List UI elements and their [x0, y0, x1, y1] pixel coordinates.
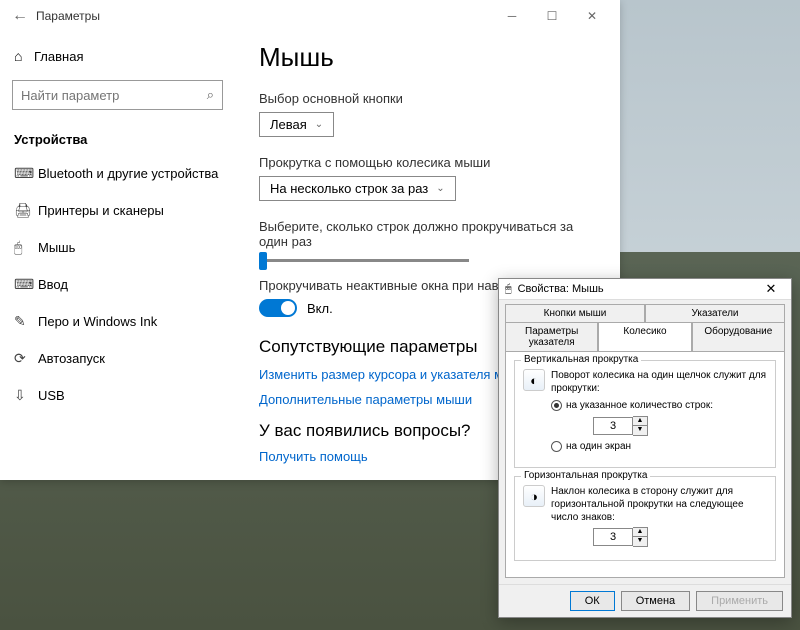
apply-button[interactable]: Применить	[696, 591, 783, 611]
lines-slider[interactable]	[259, 259, 469, 262]
horizontal-legend: Горизонтальная прокрутка	[521, 470, 650, 481]
maximize-button[interactable]: ☐	[532, 2, 572, 30]
minimize-button[interactable]: ─	[492, 2, 532, 30]
tab-pointers[interactable]: Указатели	[645, 304, 785, 322]
wheel-horizontal-icon: ◑	[523, 485, 545, 507]
chevron-down-icon: ⌄	[436, 183, 444, 194]
primary-button-select[interactable]: Левая ⌄	[259, 112, 334, 137]
sidebar: ⌂ Главная ⌕ Устройства ⌨Bluetooth и друг…	[0, 32, 235, 480]
close-button[interactable]: ✕	[572, 2, 612, 30]
usb-icon: ⇩	[14, 387, 38, 404]
tab-buttons[interactable]: Кнопки мыши	[505, 304, 645, 322]
home-link[interactable]: ⌂ Главная	[0, 40, 235, 72]
primary-button-label: Выбор основной кнопки	[259, 91, 596, 106]
radio-screen[interactable]	[551, 441, 562, 452]
mouse-properties-dialog: 🖱 Свойства: Мышь ✕ Кнопки мыши Указатели…	[498, 278, 792, 618]
mouse-icon: 🖱	[14, 239, 38, 256]
wheel-vertical-icon: ◐	[523, 369, 545, 391]
chars-spinner[interactable]: ▲▼	[593, 527, 767, 547]
back-button[interactable]: ←	[8, 7, 32, 25]
vertical-desc: Поворот колесика на один щелчок служит д…	[551, 369, 767, 395]
lines-per-scroll-label: Выберите, сколько строк должно прокручив…	[259, 219, 596, 249]
radio-lines-row[interactable]: на указанное количество строк:	[551, 400, 767, 411]
radio-lines[interactable]	[551, 400, 562, 411]
home-icon: ⌂	[14, 48, 34, 64]
spin-up[interactable]: ▲	[633, 528, 647, 537]
mouse-dialog-icon: 🖱	[505, 283, 512, 296]
radio-screen-row[interactable]: на один экран	[551, 441, 767, 452]
ok-button[interactable]: ОК	[570, 591, 615, 611]
nav-pen[interactable]: ✎Перо и Windows Ink	[0, 303, 235, 340]
vertical-scroll-group: Вертикальная прокрутка ◐ Поворот колесик…	[514, 360, 776, 468]
spin-down[interactable]: ▼	[633, 426, 647, 435]
lines-spinner[interactable]: ▲▼	[593, 416, 767, 436]
page-title: Мышь	[259, 42, 596, 73]
dialog-button-row: ОК Отмена Применить	[499, 584, 791, 617]
cancel-button[interactable]: Отмена	[621, 591, 690, 611]
titlebar: ← Параметры ─ ☐ ✕	[0, 0, 620, 32]
home-label: Главная	[34, 49, 83, 64]
nav-typing[interactable]: ⌨Ввод	[0, 266, 235, 303]
nav-usb[interactable]: ⇩USB	[0, 377, 235, 414]
bluetooth-icon: ⌨	[14, 165, 38, 182]
spin-up[interactable]: ▲	[633, 417, 647, 426]
wheel-tab-panel: Вертикальная прокрутка ◐ Поворот колесик…	[505, 351, 785, 578]
tab-wheel[interactable]: Колесико	[598, 322, 691, 351]
inactive-windows-toggle[interactable]	[259, 299, 297, 317]
dialog-titlebar: 🖱 Свойства: Мышь ✕	[499, 279, 791, 300]
toggle-knob	[281, 301, 295, 315]
dialog-close-button[interactable]: ✕	[757, 281, 785, 297]
sidebar-section-label: Устройства	[0, 124, 235, 155]
printer-icon: 🖨	[14, 202, 38, 219]
slider-thumb[interactable]	[259, 252, 267, 270]
tabs-area: Кнопки мыши Указатели Параметры указател…	[499, 300, 791, 351]
search-input[interactable]	[21, 88, 207, 103]
autoplay-icon: ⟳	[14, 350, 38, 367]
vertical-legend: Вертикальная прокрутка	[521, 354, 641, 365]
scroll-wheel-select[interactable]: На несколько строк за раз ⌄	[259, 176, 456, 201]
pen-icon: ✎	[14, 313, 38, 330]
nav-printers[interactable]: 🖨Принтеры и сканеры	[0, 192, 235, 229]
dialog-title: Свойства: Мышь	[518, 283, 757, 295]
horizontal-desc: Наклон колесика в сторону служит для гор…	[551, 485, 767, 524]
spin-down[interactable]: ▼	[633, 537, 647, 546]
window-title: Параметры	[32, 9, 492, 23]
scroll-wheel-label: Прокрутка с помощью колесика мыши	[259, 155, 596, 170]
chevron-down-icon: ⌄	[315, 119, 323, 130]
search-icon: ⌕	[207, 87, 214, 103]
lines-input[interactable]	[593, 417, 633, 435]
nav-mouse[interactable]: 🖱Мышь	[0, 229, 235, 266]
keyboard-icon: ⌨	[14, 276, 38, 293]
chars-input[interactable]	[593, 528, 633, 546]
tab-hardware[interactable]: Оборудование	[692, 322, 785, 351]
horizontal-scroll-group: Горизонтальная прокрутка ◑ Наклон колеси…	[514, 476, 776, 561]
toggle-state-label: Вкл.	[307, 301, 333, 316]
nav-autoplay[interactable]: ⟳Автозапуск	[0, 340, 235, 377]
search-box[interactable]: ⌕	[12, 80, 223, 110]
tab-pointer-options[interactable]: Параметры указателя	[505, 322, 598, 351]
nav-bluetooth[interactable]: ⌨Bluetooth и другие устройства	[0, 155, 235, 192]
